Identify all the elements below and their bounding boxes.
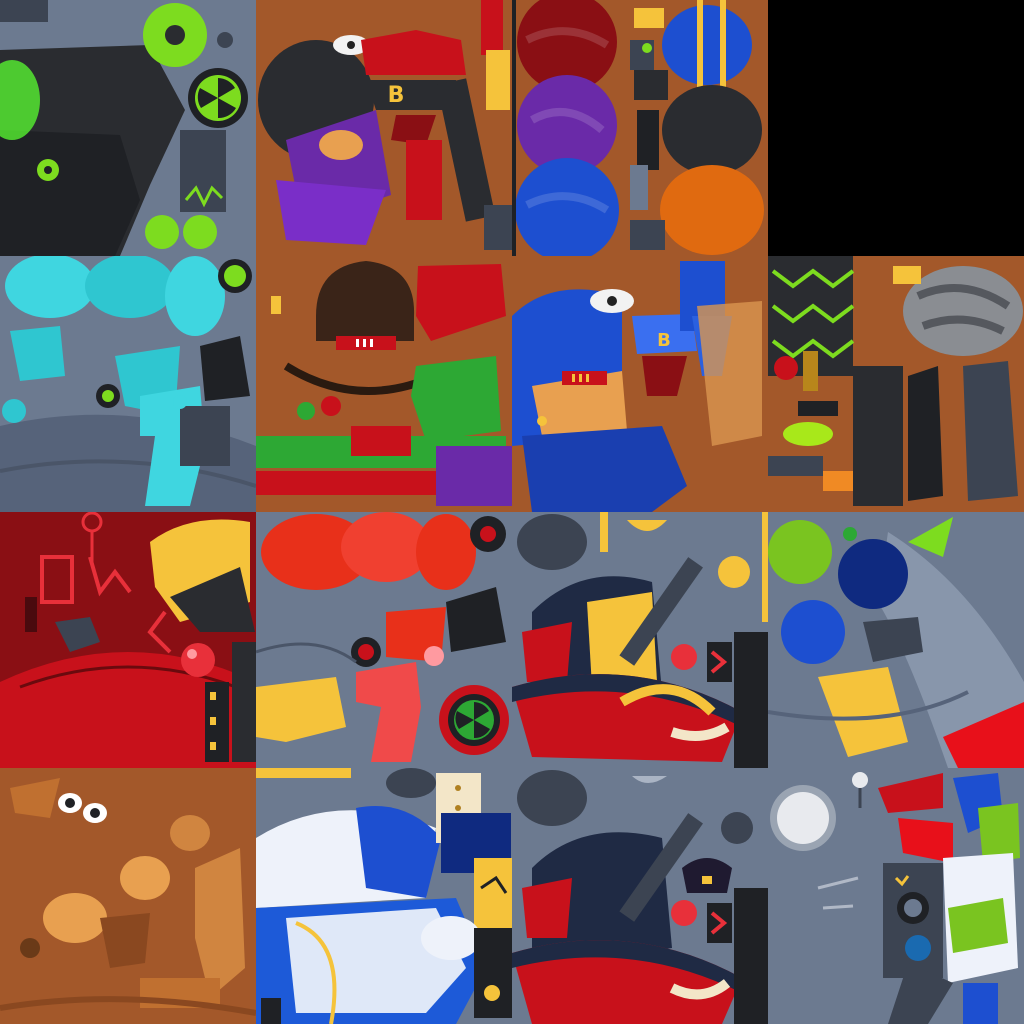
tile-white-blue-uniform [256,768,512,1024]
tile-camo-spheres [512,0,768,256]
tile-red-chassis [0,512,256,768]
tile-navy-red-variant [512,768,768,1024]
tile-navy-red-yellow [512,512,768,768]
tile-empty [768,0,1024,256]
helmet-badge-letter: B [657,330,671,351]
tile-green-blue-discs [768,512,1024,768]
tile-bomber-purple-red: B [256,0,512,256]
tile-dark-bomb-radioactive [0,0,256,256]
tile-cyan-parts [0,256,256,512]
tile-hat-red-green [256,256,512,512]
tile-blue-helmet: B [512,256,768,512]
tile-red-parts-radioactive-wheel [256,512,512,768]
tile-military-camo [768,256,1024,512]
bomb-badge-letter: B [388,83,405,108]
tile-gray-mechanical [768,768,1024,1024]
texture-atlas: B B [0,0,1024,1024]
tile-brown-skin [0,768,256,1024]
